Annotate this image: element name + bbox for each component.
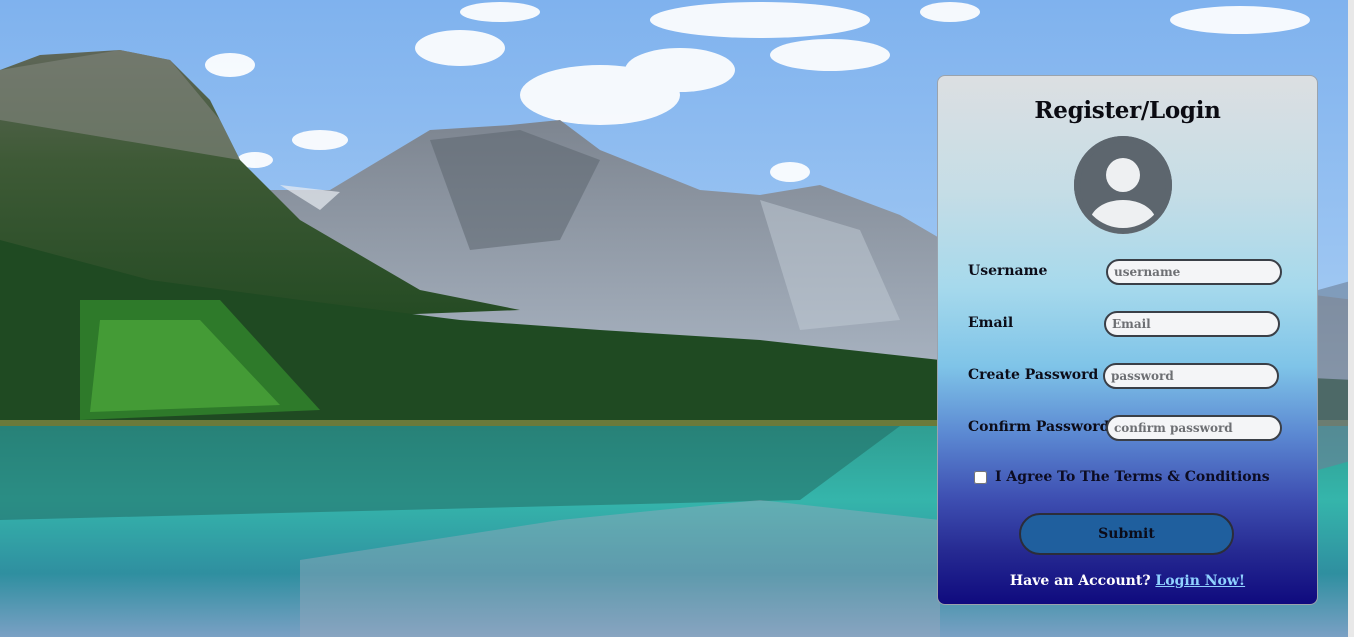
- user-avatar-icon: [1074, 136, 1172, 234]
- create-password-input[interactable]: [1103, 363, 1279, 389]
- terms-checkbox[interactable]: [974, 470, 987, 484]
- terms-label[interactable]: I Agree To The Terms & Conditions: [995, 469, 1270, 485]
- have-account-text: Have an Account?: [1009, 573, 1151, 589]
- submit-button[interactable]: Submit: [1019, 513, 1234, 555]
- username-label: Username: [968, 263, 1048, 279]
- confirm-password-input[interactable]: [1106, 415, 1282, 441]
- page: Register/Login Username Email Create Pas…: [0, 0, 1354, 637]
- form-title: Register/Login: [1034, 97, 1221, 124]
- email-label: Email: [968, 315, 1014, 331]
- email-input[interactable]: [1104, 311, 1280, 337]
- create-password-label: Create Password: [968, 367, 1099, 383]
- login-prompt: Have an Account? Login Now!: [938, 573, 1317, 589]
- login-now-link[interactable]: Login Now!: [1155, 573, 1245, 589]
- terms-row: I Agree To The Terms & Conditions: [974, 469, 1270, 485]
- page-scrollbar[interactable]: [1348, 0, 1354, 637]
- username-input[interactable]: [1106, 259, 1282, 285]
- register-login-card: Register/Login Username Email Create Pas…: [937, 75, 1318, 605]
- confirm-password-label: Confirm Password: [968, 419, 1110, 435]
